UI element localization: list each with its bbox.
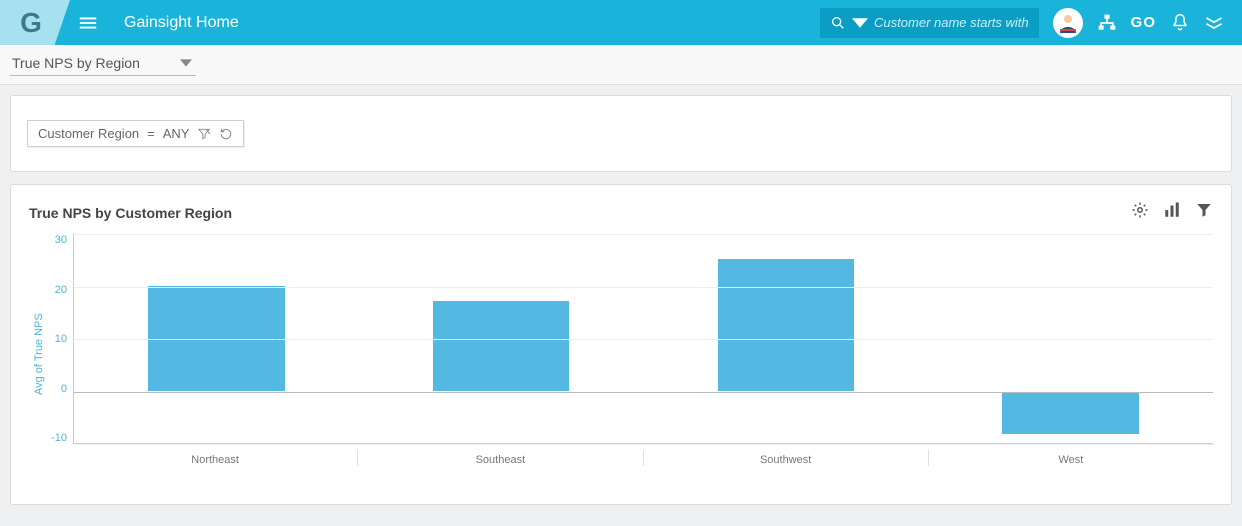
chart-body: Avg of True NPS 3020100-10 NortheastSout…	[29, 234, 1213, 474]
filter-icon	[197, 127, 211, 141]
caret-down-icon	[180, 57, 192, 69]
plot-area: NortheastSoutheastSouthwestWest	[73, 234, 1213, 474]
y-tick: 0	[45, 383, 67, 395]
avatar[interactable]	[1053, 8, 1083, 38]
expand-button[interactable]	[1204, 13, 1224, 33]
hamburger-icon	[77, 12, 99, 34]
gridline	[74, 234, 1213, 235]
filter-chip[interactable]: Customer Region = ANY	[27, 120, 244, 147]
y-tick: -10	[45, 432, 67, 444]
chart-filter-button[interactable]	[1195, 201, 1213, 224]
notifications-button[interactable]	[1170, 13, 1190, 33]
y-tick: 30	[45, 234, 67, 246]
y-axis-label: Avg of True NPS	[29, 234, 45, 474]
chart-panel: True NPS by Customer Region Avg of True …	[10, 184, 1232, 505]
chart-settings-button[interactable]	[1131, 201, 1149, 224]
go-button[interactable]: GO	[1131, 14, 1156, 31]
search-box[interactable]: Customer name starts with	[820, 8, 1039, 38]
avatar-icon	[1056, 11, 1080, 35]
search-placeholder: Customer name starts with	[874, 15, 1029, 30]
gridline	[74, 444, 1213, 445]
x-tick: Southeast	[357, 450, 642, 466]
x-tick: West	[928, 450, 1213, 466]
x-axis: NortheastSoutheastSouthwestWest	[73, 450, 1213, 466]
page-title: Gainsight Home	[124, 14, 239, 32]
bar[interactable]	[718, 259, 855, 390]
report-selector-row: True NPS by Region	[0, 45, 1242, 85]
chart-actions	[1131, 201, 1213, 224]
refresh-icon	[219, 127, 233, 141]
chart-title: True NPS by Customer Region	[29, 205, 232, 221]
topbar: G Gainsight Home Customer name starts wi…	[0, 0, 1242, 45]
bar-chart-icon	[1163, 201, 1181, 219]
filter-value: ANY	[163, 126, 190, 141]
report-dropdown[interactable]: True NPS by Region	[10, 53, 196, 76]
bar[interactable]	[433, 301, 570, 390]
y-tick: 20	[45, 284, 67, 296]
funnel-icon	[1195, 201, 1213, 219]
chart-type-button[interactable]	[1163, 201, 1181, 224]
double-chevron-down-icon	[1204, 13, 1224, 33]
gear-icon	[1131, 201, 1149, 219]
org-chart-icon	[1097, 13, 1117, 33]
x-tick: Southwest	[643, 450, 928, 466]
chart-header: True NPS by Customer Region	[29, 201, 1213, 224]
logo[interactable]: G	[0, 0, 70, 45]
bar[interactable]	[148, 286, 285, 391]
y-tick: 10	[45, 333, 67, 345]
filter-field: Customer Region	[38, 126, 139, 141]
menu-button[interactable]	[70, 12, 106, 34]
search-icon	[830, 15, 846, 31]
report-name: True NPS by Region	[12, 55, 140, 71]
x-tick: Northeast	[73, 450, 357, 466]
topbar-right: Customer name starts with GO	[820, 8, 1242, 38]
logo-letter: G	[20, 7, 42, 39]
y-axis: 30 20 10 0 -10	[45, 234, 73, 444]
gridline	[74, 339, 1213, 340]
filter-operator: =	[147, 126, 155, 141]
zero-line	[74, 392, 1213, 393]
org-chart-button[interactable]	[1097, 13, 1117, 33]
gridline	[74, 287, 1213, 288]
caret-down-icon	[852, 15, 868, 31]
filter-panel: Customer Region = ANY	[10, 95, 1232, 172]
bell-icon	[1170, 13, 1190, 33]
bar[interactable]	[1002, 392, 1139, 434]
